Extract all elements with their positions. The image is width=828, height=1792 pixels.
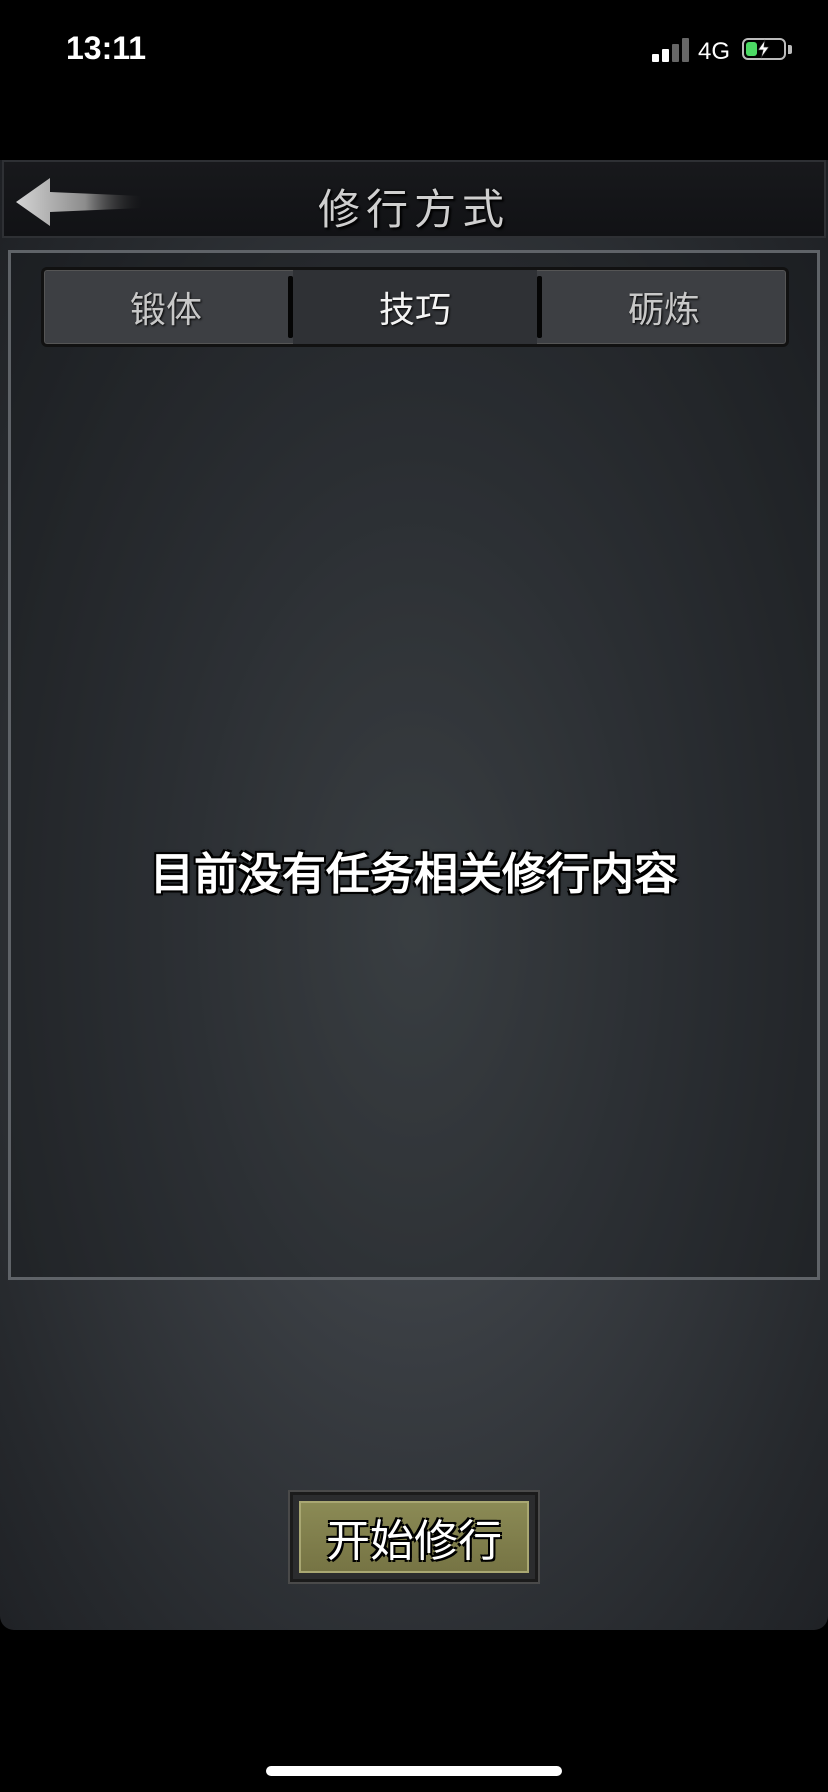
empty-state-message: 目前没有任务相关修行内容: [150, 849, 678, 900]
battery-cap: [788, 45, 792, 54]
tab-body-tempering[interactable]: 锻体: [44, 270, 288, 344]
start-training-label: 开始修行: [299, 1501, 529, 1573]
game-area: 修行方式 锻体 技巧 砺炼 目前没有任务相关修行内容 开始修行: [0, 160, 828, 1630]
tab-training[interactable]: 砺炼: [542, 270, 786, 344]
content-panel: 锻体 技巧 砺炼 目前没有任务相关修行内容: [8, 250, 820, 1280]
status-time: 13:11: [66, 30, 147, 66]
start-training-button[interactable]: 开始修行: [290, 1492, 538, 1582]
battery-charging-icon: [742, 38, 786, 60]
network-label: 4G: [698, 38, 731, 65]
game-screen: 13:11 4G 修行方式 锻体 技巧 砺炼 目前没有任务相关修行内容 开始修行: [0, 0, 828, 1792]
title-bar: 修行方式: [2, 160, 826, 238]
status-bar: 13:11 4G: [0, 0, 828, 100]
home-indicator[interactable]: [266, 1766, 562, 1776]
tab-technique[interactable]: 技巧: [293, 270, 537, 344]
signal-bars-icon: [652, 38, 690, 62]
tab-bar: 锻体 技巧 砺炼: [41, 267, 789, 347]
page-title: 修行方式: [317, 185, 510, 234]
